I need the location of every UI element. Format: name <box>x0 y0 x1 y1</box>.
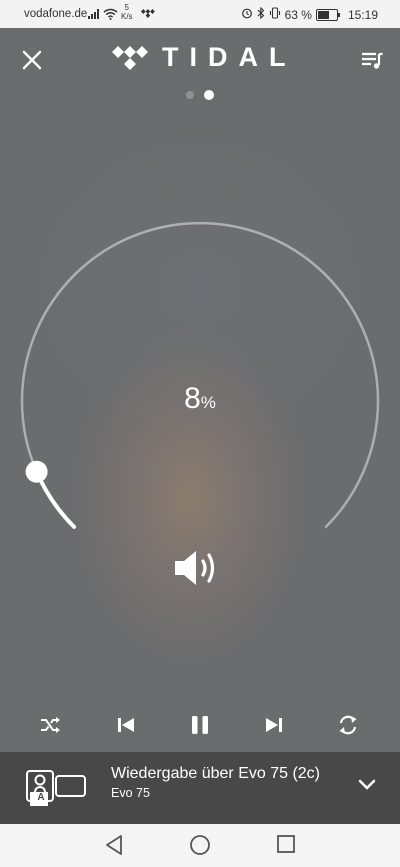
repeat-button[interactable] <box>333 710 363 740</box>
previous-icon <box>118 718 134 732</box>
home-icon <box>190 835 210 855</box>
network-speed-value: 5 <box>124 3 129 12</box>
volume-mute-button[interactable] <box>172 546 228 595</box>
volume-knob[interactable] <box>25 460 48 483</box>
shuffle-icon <box>41 717 60 733</box>
network-speed: 5 K/s <box>121 3 133 21</box>
recents-button[interactable] <box>276 834 296 859</box>
pause-icon <box>192 716 208 734</box>
back-button[interactable] <box>104 834 124 861</box>
recents-icon <box>277 835 295 853</box>
playback-controls <box>0 710 400 740</box>
device-name: Evo 75 <box>111 786 150 800</box>
volume-readout: 8% <box>170 382 230 416</box>
volume-value: 8 <box>184 382 201 415</box>
speaker-device-icon: A <box>26 770 88 811</box>
next-icon <box>266 718 282 732</box>
volume-unit: % <box>200 393 216 412</box>
battery-icon <box>315 8 340 21</box>
expand-device-button[interactable] <box>358 778 376 796</box>
previous-button[interactable] <box>111 710 141 740</box>
pause-button[interactable] <box>185 710 215 740</box>
tidal-notification-icon <box>141 9 155 21</box>
next-button[interactable] <box>259 710 289 740</box>
clock: 15:19 <box>347 7 378 22</box>
device-bar[interactable]: A Wiedergabe über Evo 75 (2c) Evo 75 <box>0 752 400 824</box>
chevron-down-icon <box>358 779 376 790</box>
vibrate-icon <box>269 7 281 22</box>
carrier-name: vodafone.de <box>24 8 88 20</box>
device-badge: A <box>37 792 45 803</box>
battery-percent: 63 % <box>284 7 312 22</box>
speaker-volume-icon <box>175 551 215 585</box>
volume-track <box>20 221 380 529</box>
shuffle-button[interactable] <box>36 710 66 740</box>
wifi-icon <box>103 8 118 23</box>
now-playing-screen: TIDAL 8% <box>0 28 400 752</box>
bluetooth-icon <box>257 6 265 22</box>
back-icon <box>106 835 122 855</box>
network-speed-unit: K/s <box>121 12 133 21</box>
repeat-icon <box>339 715 357 735</box>
status-bar: vodafone.de 5 K/s 63 % 15:19 <box>0 0 400 28</box>
cellular-signal-icon <box>88 9 101 22</box>
home-button[interactable] <box>189 834 211 861</box>
alarm-icon <box>241 7 253 22</box>
battery-fill <box>317 10 330 19</box>
device-title: Wiedergabe über Evo 75 (2c) <box>111 765 320 782</box>
system-navigation-bar <box>0 824 400 867</box>
